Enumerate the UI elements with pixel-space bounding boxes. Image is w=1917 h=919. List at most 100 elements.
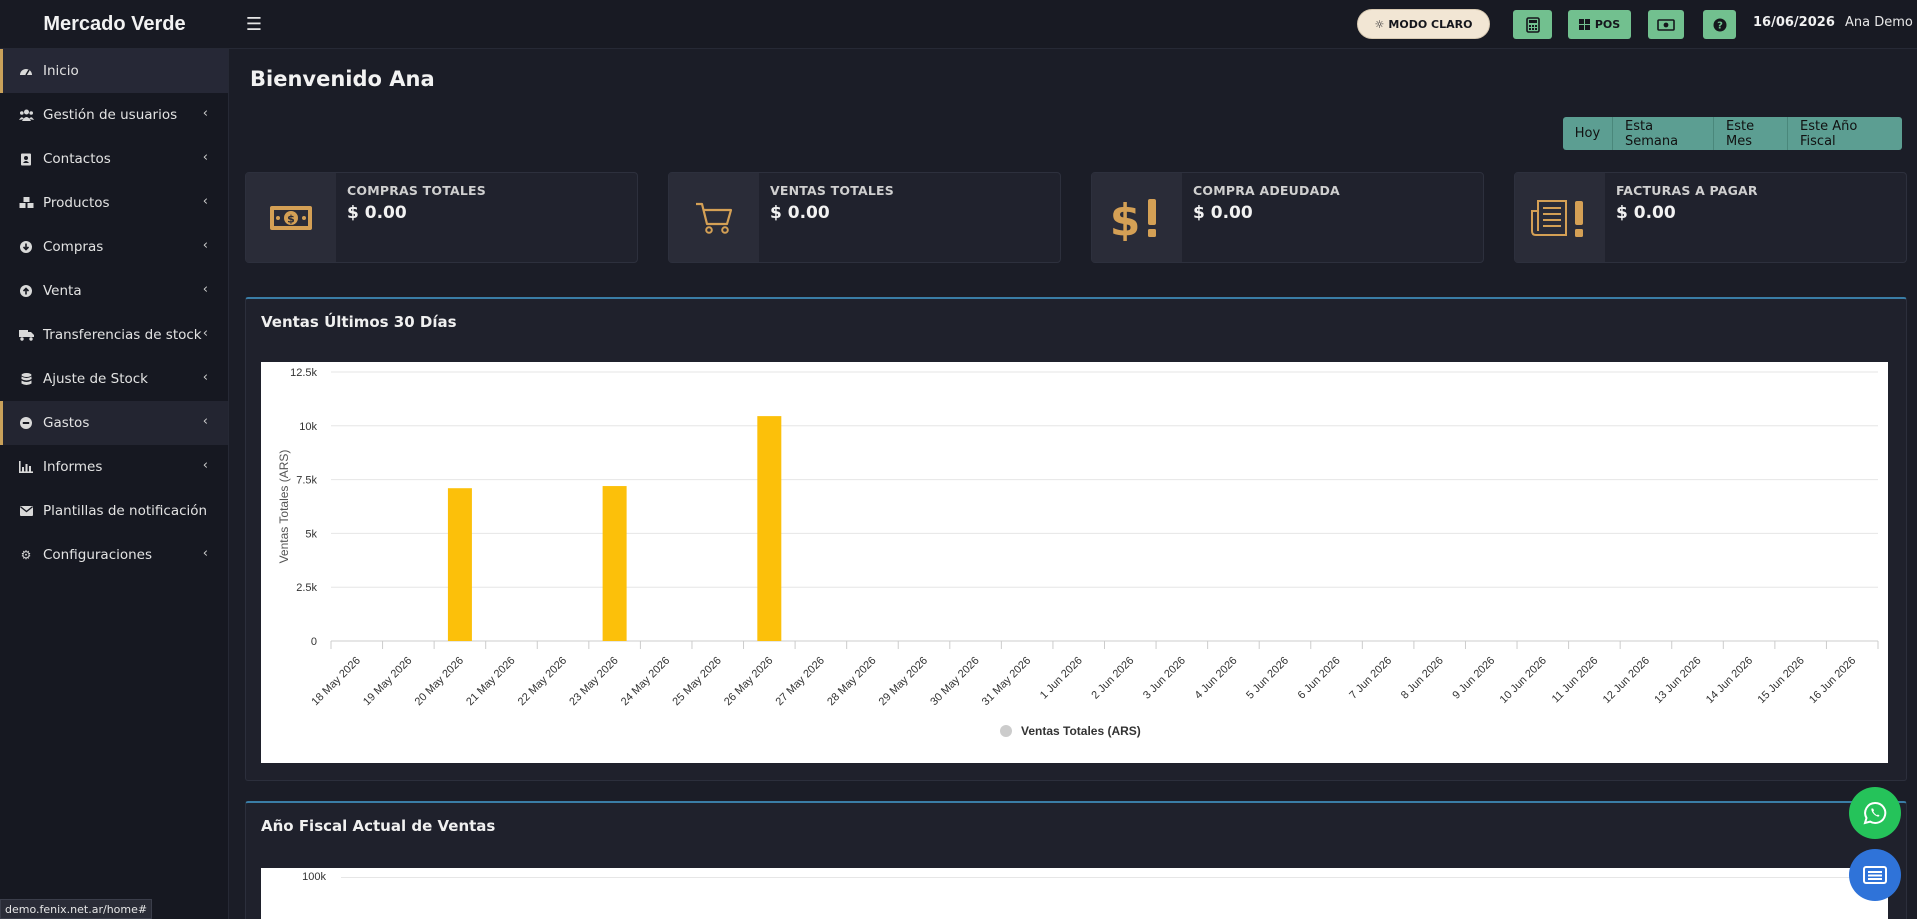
sidebar-item-plantillas[interactable]: Plantillas de notificación bbox=[0, 489, 228, 533]
y-tick-label: 2.5k bbox=[296, 582, 317, 594]
x-tick-label: 27 May 2026 bbox=[774, 655, 827, 708]
user-menu[interactable]: Ana Demo bbox=[1845, 15, 1913, 30]
database-icon bbox=[18, 372, 34, 386]
theme-toggle-label: MODO CLARO bbox=[1388, 17, 1473, 31]
panel-title: Ventas Últimos 30 Días bbox=[261, 313, 457, 331]
cubes-icon bbox=[18, 197, 34, 209]
chevron-left-icon: ‹ bbox=[202, 458, 208, 473]
chevron-left-icon: ‹ bbox=[202, 150, 208, 165]
x-tick-label: 8 Jun 2026 bbox=[1399, 655, 1446, 702]
filter-anio-fiscal-button[interactable]: Este Año Fiscal bbox=[1788, 117, 1902, 150]
shopping-cart-icon bbox=[696, 202, 733, 234]
date-filter-group: Hoy Esta Semana Este Mes Este Año Fiscal bbox=[1563, 117, 1902, 150]
whatsapp-button[interactable] bbox=[1849, 787, 1901, 839]
chat-widget-button[interactable] bbox=[1849, 849, 1901, 901]
x-tick-label: 25 May 2026 bbox=[670, 655, 723, 708]
truck-icon bbox=[18, 329, 34, 341]
brand-logo[interactable]: Mercado Verde bbox=[0, 0, 229, 49]
sales-bar-chart: 0 2.5k 5k 7.5k 10k 12.5k Ventas Totales (ARS) 1… bbox=[277, 367, 1879, 738]
calculator-button[interactable] bbox=[1513, 10, 1552, 39]
chevron-left-icon: ‹ bbox=[202, 282, 208, 297]
bar-chart-icon bbox=[18, 461, 34, 473]
main-content: Bienvenido Ana Hoy Esta Semana Este Mes … bbox=[229, 49, 1917, 919]
x-tick-label: 19 May 2026 bbox=[361, 655, 414, 708]
pos-button[interactable]: POS bbox=[1568, 10, 1631, 39]
stat-card-compra-adeudada: $ COMPRA ADEUDADA $ 0.00 bbox=[1091, 172, 1484, 263]
sidebar-item-gastos[interactable]: Gastos ‹ bbox=[0, 401, 228, 445]
chevron-left-icon: ‹ bbox=[202, 194, 208, 209]
dashboard-icon bbox=[18, 65, 34, 77]
sidebar-item-productos[interactable]: Productos ‹ bbox=[0, 181, 228, 225]
y-tick-label: 0 bbox=[311, 636, 317, 648]
money-bill-icon: $ bbox=[270, 205, 312, 230]
x-tick-label: 3 Jun 2026 bbox=[1141, 655, 1188, 702]
chevron-left-icon: ‹ bbox=[202, 414, 208, 429]
x-tick-label: 21 May 2026 bbox=[464, 655, 517, 708]
money-icon bbox=[1657, 18, 1675, 31]
svg-text:$: $ bbox=[1111, 195, 1140, 241]
sidebar-item-informes[interactable]: Informes ‹ bbox=[0, 445, 228, 489]
sidebar-item-configuraciones[interactable]: ⚙ Configuraciones ‹ bbox=[0, 533, 228, 577]
users-icon bbox=[18, 109, 34, 121]
x-tick-label: 13 Jun 2026 bbox=[1652, 655, 1703, 706]
x-tick-label: 5 Jun 2026 bbox=[1244, 655, 1291, 702]
filter-hoy-button[interactable]: Hoy bbox=[1563, 117, 1613, 150]
grid-icon bbox=[1578, 19, 1590, 30]
x-tick-label: 11 Jun 2026 bbox=[1550, 655, 1601, 706]
legend-marker bbox=[1000, 725, 1012, 737]
chevron-left-icon: ‹ bbox=[202, 238, 208, 253]
stat-label: COMPRAS TOTALES bbox=[347, 183, 486, 198]
sidebar-item-usuarios[interactable]: Gestión de usuarios ‹ bbox=[0, 93, 228, 137]
invoice-exclamation-icon bbox=[1531, 199, 1583, 237]
sidebar-item-compras[interactable]: Compras ‹ bbox=[0, 225, 228, 269]
sidebar-item-inicio[interactable]: Inicio bbox=[0, 49, 228, 93]
sidebar: Inicio Gestión de usuarios ‹ Contactos ‹… bbox=[0, 49, 229, 919]
x-tick-label: 16 Jun 2026 bbox=[1807, 655, 1858, 706]
x-tick-label: 22 May 2026 bbox=[516, 655, 569, 708]
x-tick-label: 10 Jun 2026 bbox=[1498, 655, 1549, 706]
pos-label: POS bbox=[1594, 18, 1621, 31]
current-date: 16/06/2026 bbox=[1753, 15, 1835, 30]
sun-icon: ☼ bbox=[1374, 17, 1385, 31]
fiscal-chart-tick-label: 100k bbox=[302, 871, 326, 883]
filter-mes-button[interactable]: Este Mes bbox=[1714, 117, 1788, 150]
chevron-left-icon: ‹ bbox=[202, 370, 208, 385]
sidebar-item-ajuste-stock[interactable]: Ajuste de Stock ‹ bbox=[0, 357, 228, 401]
x-tick-label: 9 Jun 2026 bbox=[1450, 655, 1497, 702]
chart-bar bbox=[757, 416, 782, 641]
panel-title: Año Fiscal Actual de Ventas bbox=[261, 817, 496, 835]
filter-semana-button[interactable]: Esta Semana bbox=[1613, 117, 1714, 150]
stat-card-ventas: VENTAS TOTALES $ 0.00 bbox=[668, 172, 1061, 263]
x-tick-label: 29 May 2026 bbox=[877, 655, 930, 708]
sidebar-item-transferencias[interactable]: Transferencias de stock ‹ bbox=[0, 313, 228, 357]
chart-container: 0 2.5k 5k 7.5k 10k 12.5k Ventas Totales (ARS) 1… bbox=[261, 362, 1888, 763]
fiscal-chart-container: 100k bbox=[261, 868, 1888, 919]
stat-value: $ 0.00 bbox=[347, 203, 407, 223]
theme-toggle-button[interactable]: ☼ MODO CLARO bbox=[1357, 9, 1490, 39]
sidebar-item-contactos[interactable]: Contactos ‹ bbox=[0, 137, 228, 181]
help-button[interactable]: ? bbox=[1703, 10, 1736, 39]
menu-toggle-icon[interactable]: ☰ bbox=[241, 11, 267, 37]
top-navbar: Mercado Verde ☰ ☼ MODO CLARO POS ? 16/06… bbox=[0, 0, 1917, 49]
svg-text:?: ? bbox=[1717, 20, 1723, 31]
status-bar-url: demo.fenix.net.ar/home# bbox=[0, 899, 153, 919]
stat-card-facturas: FACTURAS A PAGAR $ 0.00 bbox=[1514, 172, 1907, 263]
sales-30-days-panel: Ventas Últimos 30 Días 0 2.5k 5k 7.5k 10k 12.… bbox=[245, 297, 1907, 781]
y-tick-label: 7.5k bbox=[296, 475, 317, 487]
x-tick-label: 1 Jun 2026 bbox=[1038, 655, 1085, 702]
question-icon: ? bbox=[1713, 18, 1726, 31]
x-tick-label: 31 May 2026 bbox=[980, 655, 1033, 708]
stat-label: COMPRA ADEUDADA bbox=[1193, 183, 1340, 198]
cash-register-button[interactable] bbox=[1648, 10, 1684, 39]
fiscal-chart-gridline bbox=[341, 877, 1876, 878]
y-axis-label: Ventas Totales (ARS) bbox=[277, 450, 291, 564]
arrow-circle-down-icon bbox=[18, 241, 34, 253]
sidebar-item-venta[interactable]: Venta ‹ bbox=[0, 269, 228, 313]
dollar-exclamation-icon: $ bbox=[1111, 195, 1156, 241]
x-tick-label: 4 Jun 2026 bbox=[1193, 655, 1240, 702]
x-tick-label: 15 Jun 2026 bbox=[1755, 655, 1806, 706]
stat-value: $ 0.00 bbox=[770, 203, 830, 223]
chevron-left-icon: ‹ bbox=[202, 546, 208, 561]
chevron-left-icon: ‹ bbox=[202, 326, 208, 341]
stat-value: $ 0.00 bbox=[1616, 203, 1676, 223]
